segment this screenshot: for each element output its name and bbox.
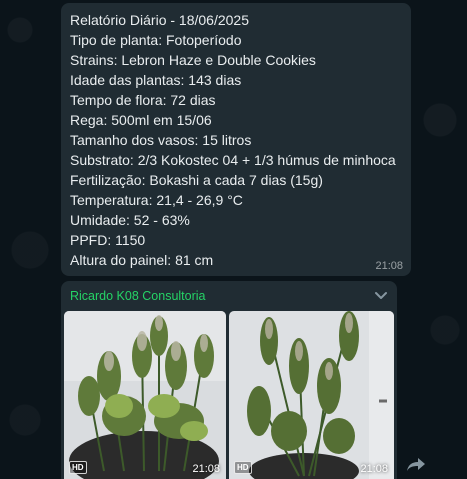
- report-line-humidity: Umidade: 52 - 63%: [70, 212, 190, 228]
- chevron-down-icon[interactable]: [373, 289, 389, 303]
- message-timestamp: 21:08: [375, 260, 403, 272]
- report-line-watering: Rega: 500ml em 15/06: [70, 112, 212, 128]
- report-line-ppfd: PPFD: 1150: [70, 232, 146, 248]
- hd-badge: HD: [69, 461, 87, 474]
- report-message-bubble[interactable]: Relatório Diário - 18/06/2025 Tipo de pl…: [61, 3, 411, 276]
- plant-photo-2[interactable]: HD 21:08: [229, 311, 394, 479]
- report-line-temperature: Temperatura: 21,4 - 26,9 °C: [70, 192, 243, 208]
- report-line-title: Relatório Diário - 18/06/2025: [70, 12, 249, 28]
- sender-name[interactable]: Ricardo K08 Consultoria: [70, 289, 206, 303]
- hd-badge: HD: [234, 461, 252, 474]
- photo-timestamp: 21:08: [192, 463, 220, 475]
- report-message-text: Relatório Diário - 18/06/2025 Tipo de pl…: [70, 10, 396, 270]
- photo-timestamp: 21:08: [360, 463, 388, 475]
- report-line-panel-height: Altura do painel: 81 cm: [70, 252, 214, 268]
- report-line-fertilization: Fertilização: Bokashi a cada 7 dias (15g…: [70, 172, 323, 188]
- report-line-strains: Strains: Lebron Haze e Double Cookies: [70, 52, 316, 68]
- report-line-plant-age: Idade das plantas: 143 dias: [70, 72, 242, 88]
- report-line-pot-size: Tamanho dos vasos: 15 litros: [70, 132, 252, 148]
- report-line-substrate: Substrato: 2/3 Kokostec 04 + 1/3 húmus d…: [70, 152, 396, 168]
- plant-photo-1[interactable]: HD 21:08: [64, 311, 226, 479]
- photo-message-bubble[interactable]: Ricardo K08 Consultoria HD 21:08 HD 21:0…: [61, 281, 397, 479]
- report-line-plant-type: Tipo de planta: Fotoperíodo: [70, 32, 242, 48]
- report-line-flower-time: Tempo de flora: 72 dias: [70, 92, 216, 108]
- forward-icon[interactable]: [404, 455, 428, 475]
